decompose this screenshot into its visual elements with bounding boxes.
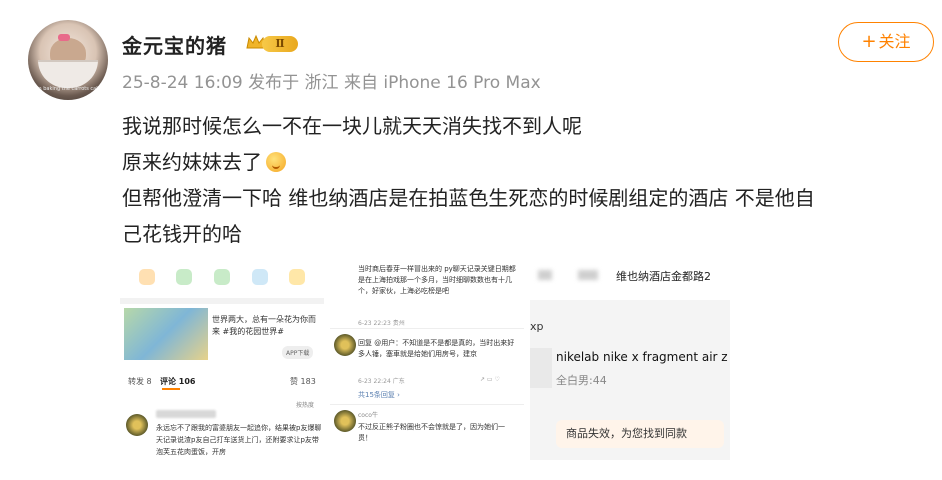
- comment-meta-2: 6-23 22:24 广东: [358, 378, 405, 385]
- post-text-line-1: 我说那时候怎么一不在一块儿就天天消失找不到人呢: [122, 114, 582, 138]
- tab-repost: 转发 8: [128, 377, 152, 386]
- share-icons-row: [120, 260, 324, 294]
- product-row: nikelab nike x fragment air z 全白男:44: [530, 348, 730, 398]
- commenter-avatar: [126, 414, 148, 436]
- comment-action-icons: ↗ ▭ ♡: [480, 376, 500, 383]
- product-variant: 全白男:44: [556, 374, 607, 387]
- post-image-3[interactable]: 维也纳酒店金都路2 xp nikelab nike x fragment air…: [530, 260, 730, 460]
- post-image-2[interactable]: 当时商后春芽一样冒出来的 py聊天记录关键日期都是在上海拍戏那一个多月，当时细聊…: [330, 260, 524, 460]
- product-notice: 商品失效，为您找到同款: [556, 420, 724, 448]
- divider: [330, 404, 524, 405]
- share-icon: [138, 269, 155, 285]
- ad-card: 世界两大，总有一朵花为你而来 #我的花园世界# APP下载: [124, 308, 320, 364]
- commenter-name: coco牛: [358, 412, 378, 419]
- tab-likes: 赞 183: [290, 377, 316, 386]
- sort-label: 按热度: [296, 402, 315, 409]
- wechat-icon: [176, 269, 193, 285]
- tab-underline: [162, 388, 180, 390]
- commenter-name-blurred: [156, 410, 216, 418]
- commenter-avatar: [334, 410, 356, 432]
- xp-label: xp: [530, 320, 544, 333]
- flushed-emoji-icon: [266, 152, 286, 172]
- commenter-avatar: [334, 334, 356, 356]
- moments-icon: [213, 269, 230, 285]
- qq-icon: [251, 269, 268, 285]
- product-name: nikelab nike x fragment air z: [556, 350, 728, 364]
- level-badge: Ⅱ: [262, 36, 298, 52]
- product-image: [530, 348, 552, 388]
- post-meta: 25-8-24 16:09 发布于 浙江 来自 iPhone 16 Pro Ma…: [122, 73, 541, 93]
- hotel-address: 维也纳酒店金都路2: [616, 270, 711, 283]
- bowl-image: [38, 60, 98, 88]
- post-text-line-3: 但帮他澄清一下哈 维也纳酒店是在拍蓝色生死恋的时候剧组定的酒店 不是他自: [122, 186, 815, 210]
- username[interactable]: 金元宝的猪: [122, 30, 227, 59]
- post-text-line-2: 原来约妹妹去了: [122, 146, 286, 175]
- image3-header: 维也纳酒店金都路2: [530, 260, 730, 294]
- ad-card-text: 世界两大，总有一朵花为你而来 #我的花园世界#: [212, 315, 316, 336]
- follow-label: 关注: [878, 32, 911, 51]
- post-text-line-2-content: 原来约妹妹去了: [122, 150, 262, 174]
- divider: [330, 328, 524, 329]
- comment-text-1: 当时商后春芽一样冒出来的 py聊天记录关键日期都是在上海拍戏那一个多月，当时细聊…: [358, 265, 516, 295]
- app-download-badge: APP下载: [282, 346, 314, 359]
- comment-meta-1: 6-23 22:23 贵州: [358, 320, 405, 327]
- tab-comments: 评论 106: [160, 377, 196, 386]
- post-image-1[interactable]: 世界两大，总有一朵花为你而来 #我的花园世界# APP下载 转发 8 评论 10…: [120, 260, 324, 460]
- comment-text-3: 不过反正熊子粉圈也不会惊就是了，因为她们一贯！: [358, 423, 505, 442]
- more-replies-link: 共15条回复 ›: [358, 391, 400, 399]
- note-icon: [289, 269, 306, 285]
- blurred-mark: [538, 270, 552, 280]
- plus-icon: +: [861, 31, 877, 52]
- divider: [120, 298, 324, 304]
- comment-text-2: 回复 @用户：不知道是不是都是真的，当时出来好多人锤，塞車就是给她们用房号，建京: [358, 339, 515, 358]
- comment-text: 永远忘不了跟我的富婆朋友一起追你，结果被p友爆聊天记录说渣p友自己打车送货上门，…: [156, 424, 322, 456]
- user-avatar[interactable]: I'm baking the carrots cake: [28, 20, 108, 100]
- blurred-mark: [578, 270, 598, 280]
- bow-image: [58, 34, 70, 41]
- follow-button[interactable]: + 关注: [838, 22, 934, 62]
- avatar-caption: I'm baking the carrots cake: [33, 86, 103, 92]
- ad-thumbnail: [124, 308, 208, 360]
- post-text-line-4: 己花钱开的哈: [122, 222, 242, 246]
